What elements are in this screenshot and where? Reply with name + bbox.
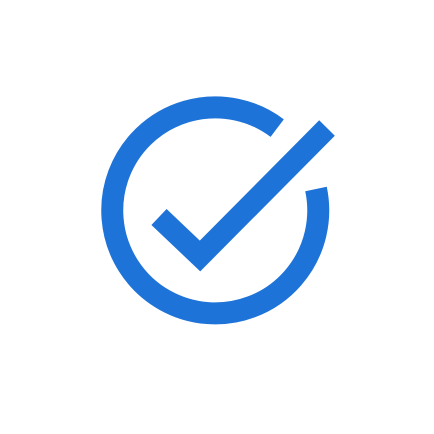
circle-ring	[101, 96, 330, 325]
circle-check-icon	[101, 96, 335, 325]
check-mark	[151, 120, 335, 272]
icon-canvas	[0, 0, 434, 434]
